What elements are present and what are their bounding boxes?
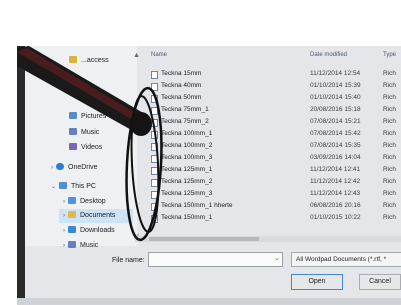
pen-overlay: [17, 46, 163, 242]
photo-of-screen: ▲ ...access Pictures Music Videos › OneDr…: [17, 46, 401, 305]
